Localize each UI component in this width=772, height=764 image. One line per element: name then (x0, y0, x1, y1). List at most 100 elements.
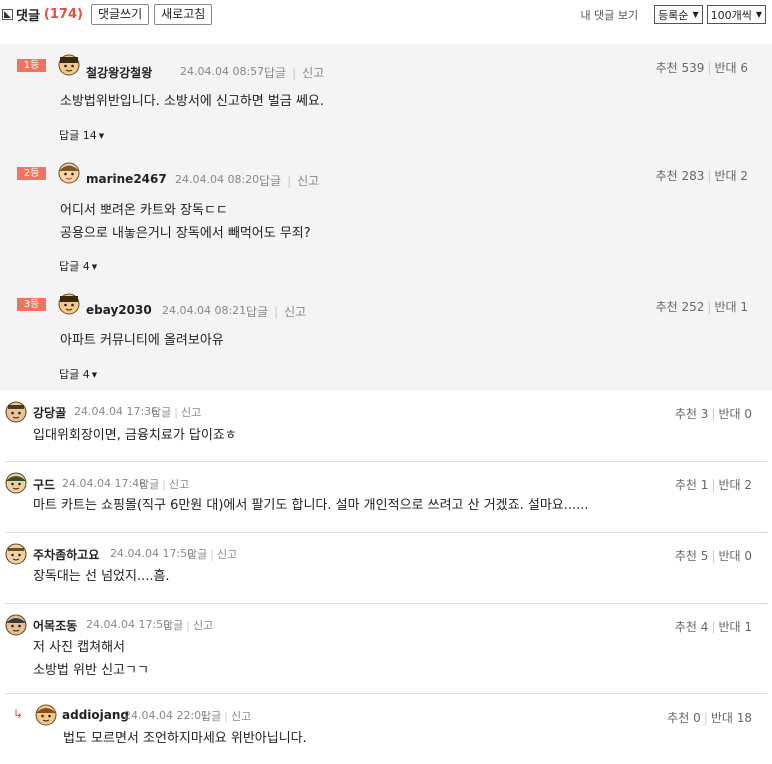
comment-time: 24.04.04 08:20 (175, 173, 260, 186)
replies-toggle[interactable]: 답글 4 ▼ (59, 366, 97, 382)
downvote-button[interactable]: 반대 0 (718, 407, 752, 421)
upvote-button[interactable]: 추천 539 (656, 61, 705, 75)
report-link[interactable]: 신고 (302, 66, 324, 80)
downvote-button[interactable]: 반대 1 (718, 620, 752, 634)
divider (5, 693, 767, 694)
upvote-button[interactable]: 추천 1 (675, 478, 709, 492)
vote-counts: 추천 4 | 반대 1 (674, 620, 752, 634)
comment-actions: 답글 | 신고 (264, 66, 325, 80)
divider (5, 532, 767, 533)
upvote-button[interactable]: 추천 283 (656, 169, 705, 183)
reply-link[interactable]: 답글 (201, 710, 221, 723)
comment-actions: 답글 | 신고 (163, 619, 214, 632)
upvote-button[interactable]: 추천 252 (656, 300, 705, 314)
comment-time: 24.04.04 17:48 (62, 477, 147, 490)
comment-body: 입대위회장이면, 금융치료가 답이죠ㅎ (33, 428, 237, 443)
avatar-icon[interactable] (5, 543, 27, 565)
comment-actions: 답글 | 신고 (201, 710, 252, 723)
replies-toggle[interactable]: 답글 14 ▼ (59, 127, 104, 143)
comment-header: 댓글 (174) 댓글쓰기 새로고침 내 댓글 보기 등록순 ▼ 100개씩 ▼ (0, 0, 772, 30)
report-link[interactable]: 신고 (284, 305, 306, 319)
report-link[interactable]: 신고 (217, 548, 237, 561)
divider (5, 603, 767, 604)
rank-badge: 2등 (17, 167, 46, 180)
downvote-button[interactable]: 반대 2 (718, 478, 752, 492)
comment-time: 24.04.04 08:21 (162, 304, 247, 317)
comment-body: 저 사진 캡쳐해서 소방법 위반 신고ㄱㄱ (33, 640, 149, 678)
report-link[interactable]: 신고 (297, 174, 319, 188)
comment-body: 아파트 커뮤니티에 올려보아유 (60, 333, 224, 348)
comment-author[interactable]: 주차좀하고요 (33, 546, 99, 563)
comment-author[interactable]: addiojang (62, 708, 129, 722)
comment-time: 24.04.04 22:01 (124, 709, 209, 722)
reply-link[interactable]: 답글 (151, 406, 171, 419)
upvote-button[interactable]: 추천 3 (675, 407, 709, 421)
vote-counts: 추천 1 | 반대 2 (674, 478, 752, 492)
avatar-icon[interactable] (58, 54, 80, 76)
reply-link[interactable]: 답글 (187, 548, 207, 561)
comment-time: 24.04.04 17:36 (74, 405, 159, 418)
report-link[interactable]: 신고 (169, 478, 189, 491)
comment-body: 마트 카트는 쇼핑몰(직구 6만원 대)에서 팔기도 합니다. 설마 개인적으로… (33, 498, 589, 513)
comment-actions: 답글 | 신고 (187, 548, 238, 561)
reply-link[interactable]: 답글 (163, 619, 183, 632)
upvote-button[interactable]: 추천 0 (667, 711, 701, 725)
vote-counts: 추천 3 | 반대 0 (674, 407, 752, 421)
chevron-down-icon: ▼ (692, 10, 699, 19)
downvote-button[interactable]: 반대 6 (714, 61, 748, 75)
comment-author[interactable]: 구드 (33, 476, 55, 493)
caret-down-icon: ▼ (98, 132, 105, 140)
comment-body: 법도 모르면서 조언하지마세요 위반아닙니다. (63, 731, 307, 746)
sort-select[interactable]: 등록순 ▼ (654, 5, 703, 24)
upvote-button[interactable]: 추천 5 (675, 549, 709, 563)
divider (5, 461, 767, 462)
reply-link[interactable]: 답글 (264, 66, 286, 80)
write-comment-button[interactable]: 댓글쓰기 (90, 4, 150, 25)
avatar-icon[interactable] (5, 401, 27, 423)
avatar-icon[interactable] (5, 472, 27, 494)
downvote-button[interactable]: 반대 2 (714, 169, 748, 183)
report-link[interactable]: 신고 (193, 619, 213, 632)
comment-author[interactable]: 어목조동 (33, 617, 77, 634)
comment-actions: 답글 | 신고 (259, 174, 320, 188)
chevron-down-icon: ▼ (755, 10, 762, 19)
comment-actions: 답글 | 신고 (246, 305, 307, 319)
my-comments-link[interactable]: 내 댓글 보기 (580, 7, 638, 23)
refresh-button[interactable]: 새로고침 (154, 4, 213, 25)
report-link[interactable]: 신고 (181, 406, 201, 419)
comments-count: (174) (43, 7, 83, 22)
vote-counts: 추천 283 | 반대 2 (655, 169, 748, 183)
caret-down-icon: ▼ (91, 263, 98, 271)
comments-title: 댓글 (16, 9, 40, 24)
reply-link[interactable]: 답글 (259, 174, 281, 188)
comment-actions: 답글 | 신고 (139, 478, 190, 491)
reply-link[interactable]: 답글 (139, 478, 159, 491)
collapse-icon[interactable] (2, 9, 13, 20)
avatar-icon[interactable] (35, 704, 57, 726)
rank-badge: 3등 (17, 298, 46, 311)
comment-time: 24.04.04 08:57 (180, 65, 265, 78)
comment-body: 어디서 뽀려온 카트와 장독ㄷㄷ 공용으로 내놓은거니 장독에서 빼먹어도 무죄… (60, 203, 311, 241)
per-page-select[interactable]: 100개씩 ▼ (706, 5, 766, 24)
comment-time: 24.04.04 17:50 (110, 547, 195, 560)
comment-author[interactable]: 강당골 (33, 404, 66, 421)
report-link[interactable]: 신고 (231, 710, 251, 723)
downvote-button[interactable]: 반대 1 (714, 300, 748, 314)
vote-counts: 추천 539 | 반대 6 (655, 61, 748, 75)
comment-body: 소방법위반입니다. 소방서에 신고하면 벌금 쎄요. (60, 94, 324, 109)
vote-counts: 추천 252 | 반대 1 (655, 300, 748, 314)
upvote-button[interactable]: 추천 4 (675, 620, 709, 634)
avatar-icon[interactable] (5, 614, 27, 636)
replies-toggle[interactable]: 답글 4 ▼ (59, 258, 97, 274)
avatar-icon[interactable] (58, 293, 80, 315)
reply-link[interactable]: 답글 (246, 305, 268, 319)
vote-counts: 추천 5 | 반대 0 (674, 549, 752, 563)
comment-author[interactable]: 철강왕강철왕 (86, 64, 152, 81)
avatar-icon[interactable] (58, 162, 80, 184)
downvote-button[interactable]: 반대 18 (711, 711, 752, 725)
comment-author[interactable]: marine2467 (86, 172, 167, 186)
comment-time: 24.04.04 17:50 (86, 618, 171, 631)
vote-counts: 추천 0 | 반대 18 (667, 711, 752, 725)
downvote-button[interactable]: 반대 0 (718, 549, 752, 563)
comment-author[interactable]: ebay2030 (86, 303, 152, 317)
